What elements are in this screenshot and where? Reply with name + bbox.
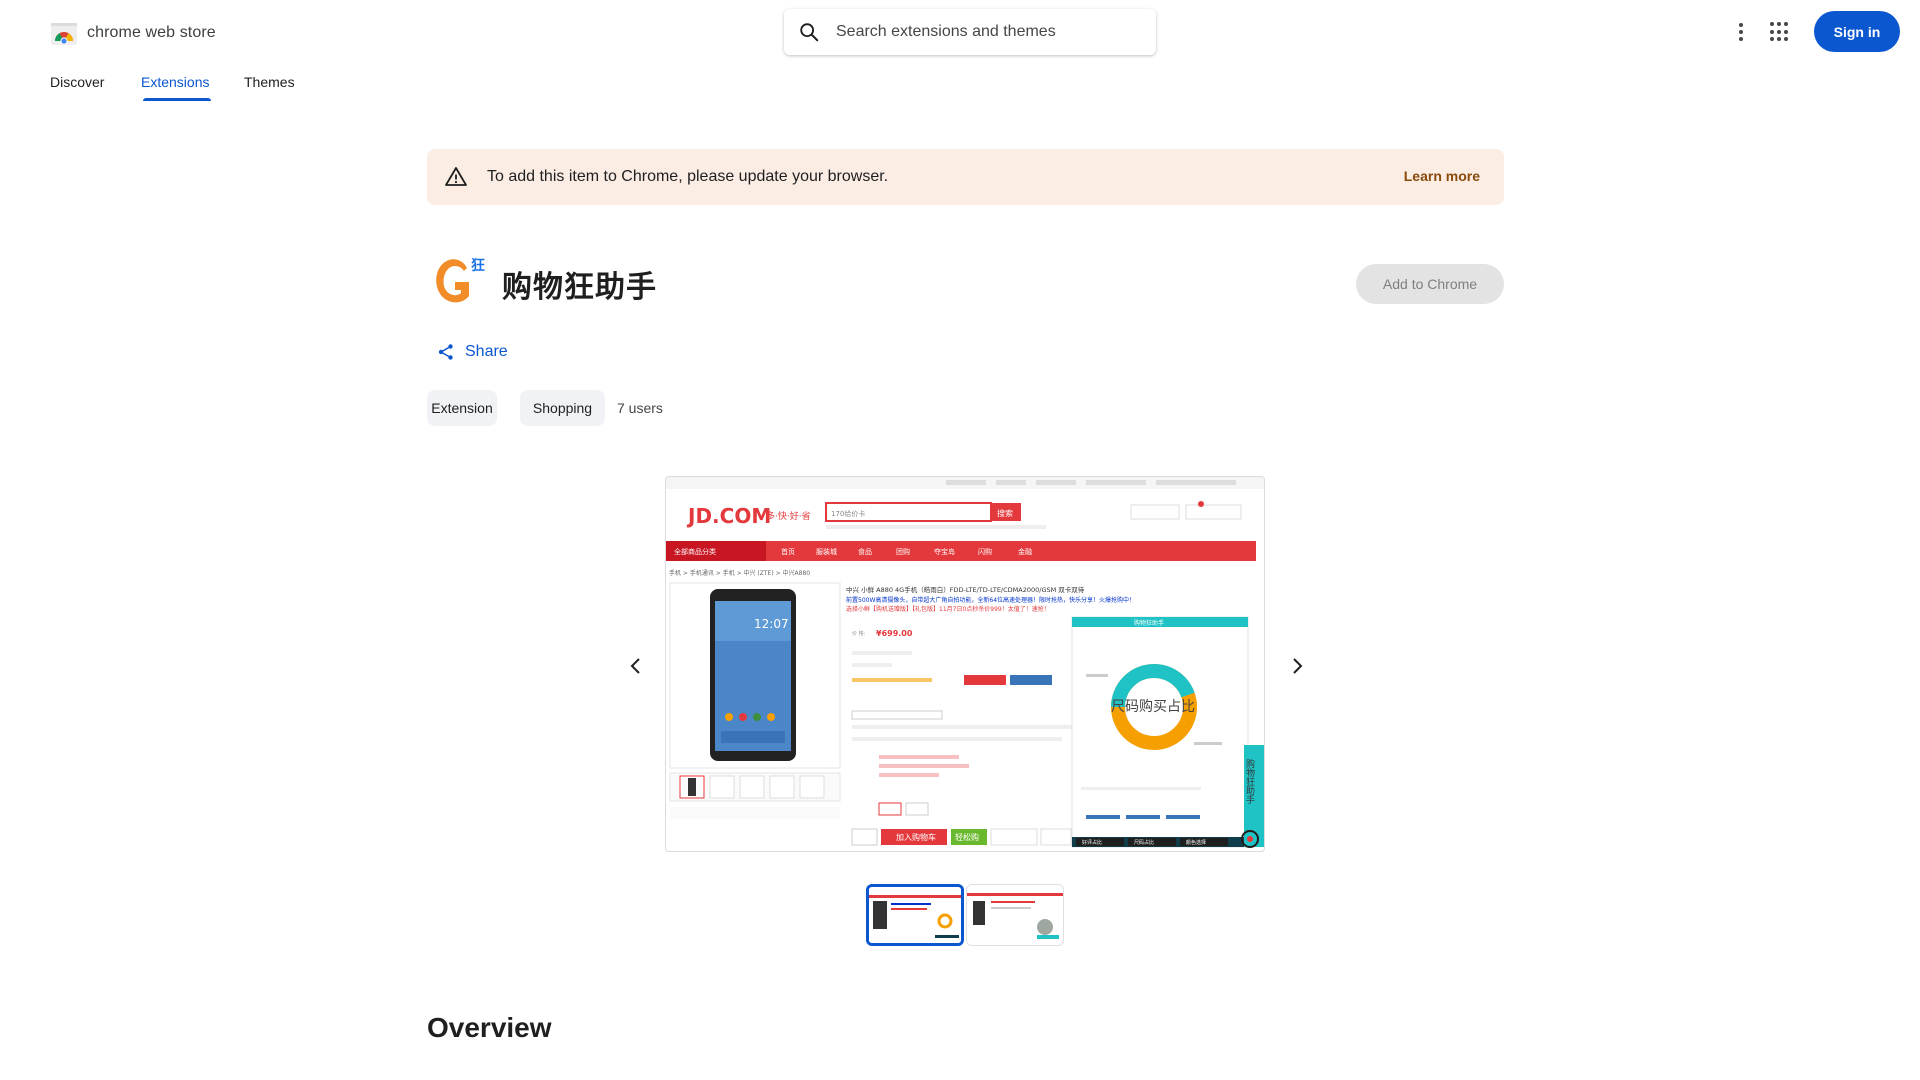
add-to-chrome-button[interactable]: Add to Chrome — [1356, 264, 1504, 304]
svg-text:狂: 狂 — [471, 257, 485, 274]
screenshot-image: JD.COM 多·快·好·省 170给价卡 搜索 全部商品分类 首页 服装城 食… — [666, 477, 1264, 848]
learn-more-link[interactable]: Learn more — [1404, 168, 1480, 184]
store-name: chrome web store — [87, 24, 216, 41]
promo-line-1: 前置500W高清摄像头，自带超大广角自拍功能，全新64位高速处理器！限时抢热，快… — [846, 596, 1135, 604]
top-bar: chrome web store Sign in — [0, 0, 1920, 64]
share-button[interactable]: Share — [437, 343, 508, 361]
user-count: 7 users — [617, 400, 663, 416]
jd-search-button: 搜索 — [997, 508, 1013, 518]
share-label: Share — [465, 343, 508, 360]
screenshot-main[interactable]: JD.COM 多·快·好·省 170给价卡 搜索 全部商品分类 首页 服装城 食… — [665, 476, 1265, 852]
jd-logo: JD.COM — [686, 504, 771, 528]
jd-nav-5: 夺宝岛 — [934, 547, 955, 556]
sign-in-button[interactable]: Sign in — [1814, 11, 1900, 52]
jd-nav-2: 服装城 — [816, 547, 837, 556]
svg-text:价 格:: 价 格: — [852, 630, 866, 637]
tab-discover[interactable]: Discover — [50, 74, 104, 90]
chevron-left-icon[interactable] — [624, 654, 648, 678]
jd-nav-1: 首页 — [781, 547, 795, 556]
bottom-tab-2: 颜色选择 — [1186, 839, 1206, 846]
jd-nav-6: 闪购 — [978, 547, 992, 556]
thumbnail-2-image — [967, 885, 1063, 945]
side-tab-label: 购物狂助手 — [1244, 758, 1255, 805]
tab-extensions[interactable]: Extensions — [141, 74, 209, 90]
search-box[interactable] — [784, 9, 1156, 55]
panel-title: 购物狂助手 — [1134, 619, 1164, 627]
product-price: ¥699.00 — [876, 629, 913, 638]
jd-breadcrumb: 手机 > 手机通讯 > 手机 > 中兴 (ZTE) > 中兴A880 — [669, 569, 810, 577]
banner-message: To add this item to Chrome, please updat… — [487, 168, 889, 185]
quick-buy-label: 轻松购 — [955, 832, 979, 842]
extension-logo-icon: 狂 — [436, 257, 485, 303]
jd-search-value: 170给价卡 — [831, 509, 865, 518]
chevron-right-icon[interactable] — [1285, 654, 1309, 678]
store-logo[interactable]: chrome web store — [50, 19, 216, 47]
overview-heading: Overview — [427, 1012, 552, 1043]
donut-label: 尺码购买占比 — [1111, 699, 1195, 715]
active-tab-indicator — [143, 98, 211, 101]
jd-nav-4: 团购 — [896, 547, 910, 556]
thumbnail-1[interactable] — [866, 884, 964, 946]
thumbnail-2[interactable] — [966, 884, 1064, 946]
jd-nav-0: 全部商品分类 — [674, 547, 716, 556]
jd-nav-7: 金融 — [1018, 547, 1032, 556]
jd-nav-3: 食品 — [858, 547, 872, 556]
thumbnail-1-image — [869, 887, 961, 943]
jd-slogan: 多·快·好·省 — [766, 510, 811, 522]
tab-themes[interactable]: Themes — [244, 74, 295, 90]
product-title: 中兴 小鲜 A880 4G手机（皓雨白）FDD-LTE/TD-LTE/CDMA2… — [846, 585, 1085, 594]
add-cart-label: 加入购物车 — [896, 832, 936, 842]
chrome-web-store-icon — [51, 23, 77, 45]
more-vert-icon[interactable] — [1730, 18, 1752, 46]
search-input[interactable] — [836, 23, 1136, 41]
warning-icon — [445, 167, 467, 186]
extension-title: 购物狂助手 — [502, 270, 657, 305]
apps-grid-icon[interactable] — [1770, 22, 1790, 42]
chip-shopping[interactable]: Shopping — [520, 390, 605, 426]
share-icon — [438, 344, 453, 360]
search-icon[interactable] — [798, 21, 820, 43]
phone-time: 12:07 — [754, 617, 789, 631]
update-browser-banner: To add this item to Chrome, please updat… — [427, 149, 1504, 205]
chip-extension[interactable]: Extension — [427, 390, 497, 426]
promo-line-2: 选择小鲜【购机送赠版】【礼包版】11月7日0点秒杀价999！太值了！速抢！ — [846, 605, 1050, 613]
bottom-tab-1: 尺码占比 — [1134, 839, 1154, 846]
bottom-tab-0: 好评占比 — [1082, 839, 1102, 846]
